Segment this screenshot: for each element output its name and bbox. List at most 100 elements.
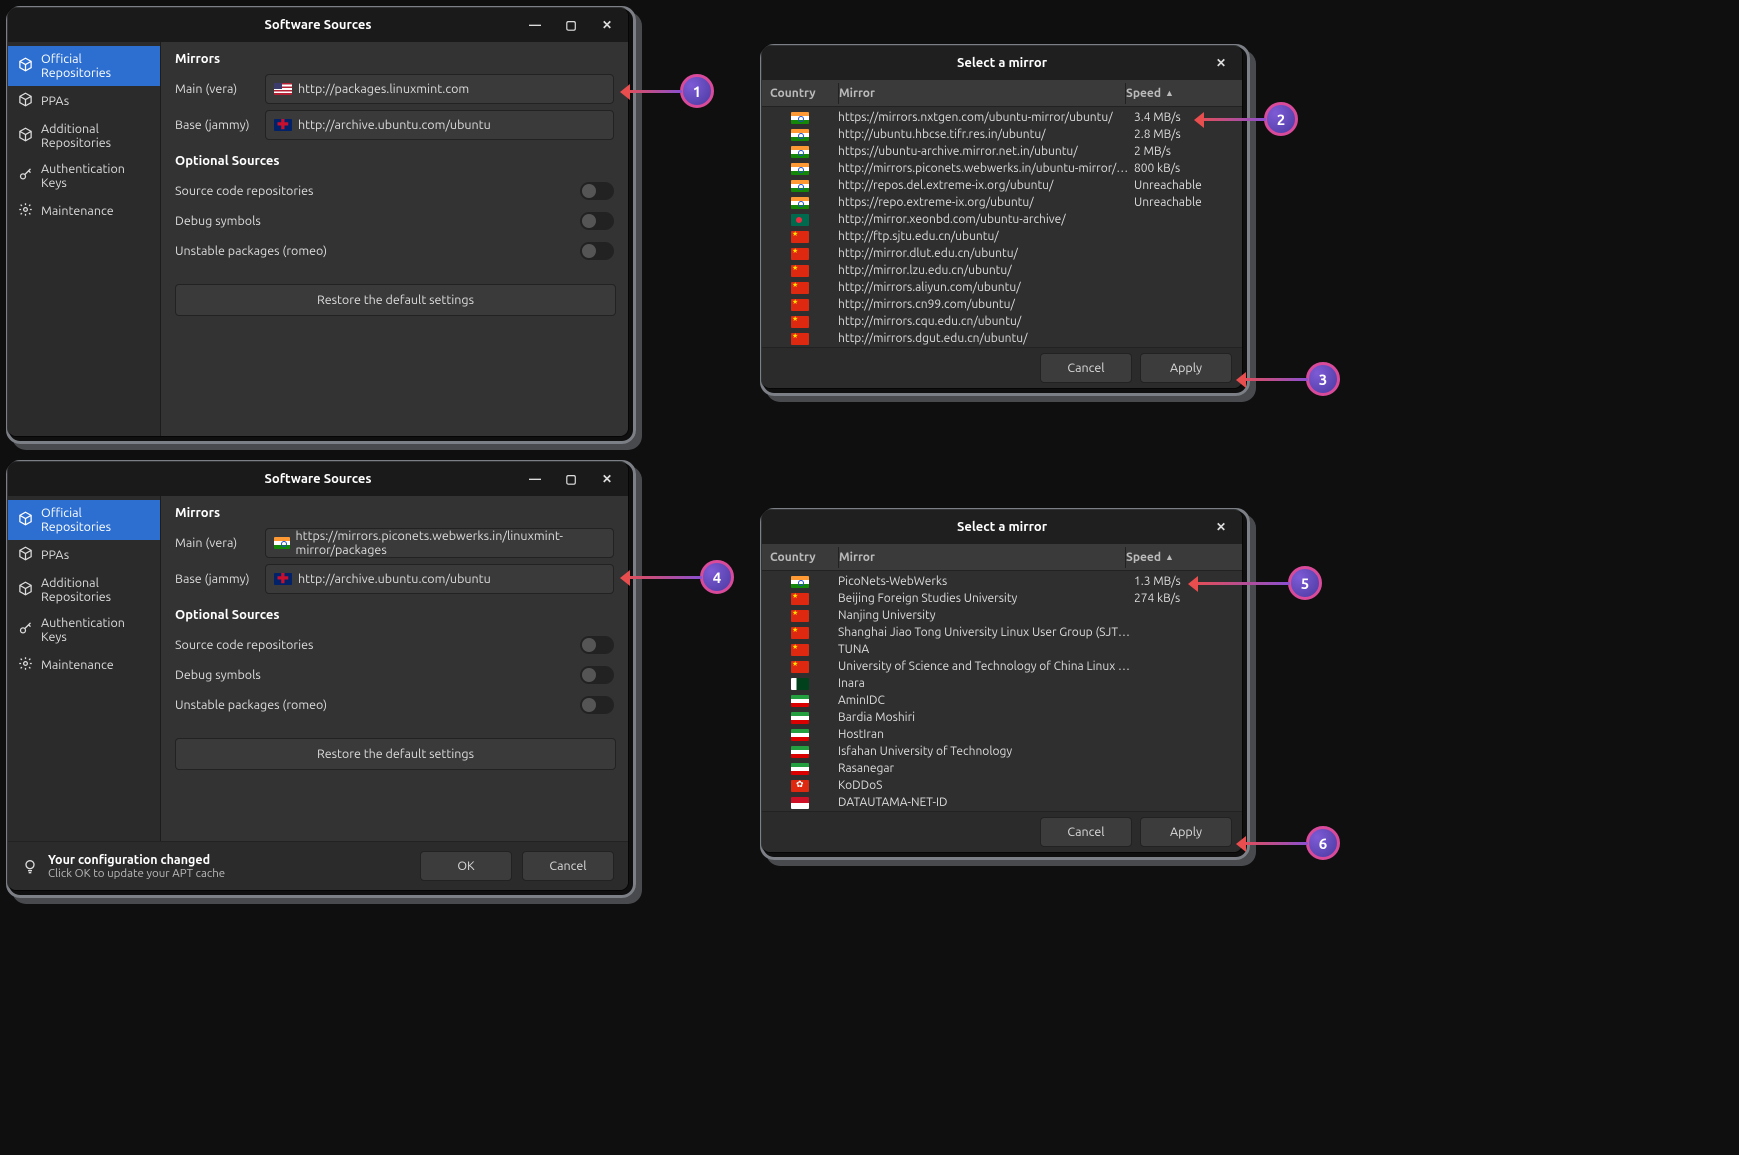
cn-flag-icon (791, 316, 809, 328)
base-repo-label: Base (jammy) (175, 572, 255, 586)
minimize-button[interactable]: — (520, 467, 550, 491)
mirror-row[interactable]: Inara (770, 675, 1234, 692)
mirror-row[interactable]: Rasanegar (770, 760, 1234, 777)
sidebar-item-label: Official Repositories (41, 52, 150, 80)
sidebar-item-official-repositories[interactable]: Official Repositories (8, 500, 160, 540)
mirror-row[interactable]: http://mirrors.piconets.webwerks.in/ubun… (770, 160, 1234, 177)
sidebar-item-authentication-keys[interactable]: Authentication Keys (8, 610, 160, 650)
mirror-row[interactable]: http://mirrors.cqu.edu.cn/ubuntu/ (770, 313, 1234, 330)
mirror-row[interactable]: http://mirror.lzu.edu.cn/ubuntu/ (770, 262, 1234, 279)
mirror-row[interactable]: AminIDC (770, 692, 1234, 709)
header-speed[interactable]: Speed▲ (1126, 83, 1234, 104)
close-button[interactable]: ✕ (1206, 515, 1236, 539)
mirror-row[interactable]: Isfahan University of Technology (770, 743, 1234, 760)
mirror-url: University of Science and Technology of … (830, 660, 1134, 673)
mirror-row[interactable]: http://mirrors.cn99.com/ubuntu/ (770, 296, 1234, 313)
base-mirror-input[interactable]: http://archive.ubuntu.com/ubuntu (265, 564, 614, 594)
sidebar-item-label: Authentication Keys (41, 162, 150, 190)
restore-defaults-button[interactable]: Restore the default settings (175, 284, 616, 316)
mirror-list[interactable]: PicoNets-WebWerks1.3 MB/sBeijing Foreign… (762, 571, 1242, 811)
lightbulb-icon (22, 858, 38, 874)
close-button[interactable]: ✕ (592, 13, 622, 37)
base-mirror-input[interactable]: http://archive.ubuntu.com/ubuntu (265, 110, 614, 140)
main-mirror-input[interactable]: http://packages.linuxmint.com (265, 74, 614, 104)
mirror-row[interactable]: University of Science and Technology of … (770, 658, 1234, 675)
cancel-button[interactable]: Cancel (522, 851, 614, 881)
sidebar-item-official-repositories[interactable]: Official Repositories (8, 46, 160, 86)
ir-flag-icon (791, 712, 809, 724)
sidebar-item-label: Official Repositories (41, 506, 150, 534)
toggle-source-code[interactable] (580, 182, 614, 200)
restore-defaults-button[interactable]: Restore the default settings (175, 738, 616, 770)
minimize-button[interactable]: — (520, 13, 550, 37)
ok-button[interactable]: OK (420, 851, 512, 881)
apply-button[interactable]: Apply (1140, 353, 1232, 383)
sidebar-item-authentication-keys[interactable]: Authentication Keys (8, 156, 160, 196)
mirror-list[interactable]: https://mirrors.nxtgen.com/ubuntu-mirror… (762, 107, 1242, 347)
gear-icon (18, 656, 33, 674)
close-button[interactable]: ✕ (592, 467, 622, 491)
toggle-debug-symbols[interactable] (580, 212, 614, 230)
mirror-row[interactable]: http://mirror.xeonbd.com/ubuntu-archive/ (770, 211, 1234, 228)
cube-icon (18, 546, 33, 564)
mirror-row[interactable]: http://ftp.sjtu.edu.cn/ubuntu/ (770, 228, 1234, 245)
dialog-title: Select a mirror (957, 56, 1047, 70)
option-debug-symbols: Debug symbols (175, 214, 261, 228)
mirror-row[interactable]: http://mirrors.dgut.edu.cn/ubuntu/ (770, 330, 1234, 347)
sidebar-item-maintenance[interactable]: Maintenance (8, 650, 160, 680)
mirror-row[interactable]: http://mirror.dlut.edu.cn/ubuntu/ (770, 245, 1234, 262)
titlebar: Software Sources — ▢ ✕ (8, 462, 628, 496)
header-mirror[interactable]: Mirror (839, 547, 1126, 568)
mirror-row[interactable]: http://mirrors.aliyun.com/ubuntu/ (770, 279, 1234, 296)
mirror-url: http://mirror.xeonbd.com/ubuntu-archive/ (830, 213, 1134, 226)
cube-icon (18, 127, 33, 145)
mirror-row[interactable]: KoDDoS (770, 777, 1234, 794)
toggle-unstable[interactable] (580, 242, 614, 260)
toggle-debug-symbols[interactable] (580, 666, 614, 684)
main-mirror-input[interactable]: https://mirrors.piconets.webwerks.in/lin… (265, 528, 614, 558)
mirror-row[interactable]: https://mirrors.nxtgen.com/ubuntu-mirror… (770, 109, 1234, 126)
mirror-row[interactable]: https://ubuntu-archive.mirror.net.in/ubu… (770, 143, 1234, 160)
cn-flag-icon (791, 644, 809, 656)
cancel-button[interactable]: Cancel (1040, 817, 1132, 847)
sidebar-item-ppas[interactable]: PPAs (8, 86, 160, 116)
header-speed[interactable]: Speed▲ (1126, 547, 1234, 568)
mirror-row[interactable]: DATAUTAMA-NET-ID (770, 794, 1234, 811)
mirror-row[interactable]: Nanjing University (770, 607, 1234, 624)
mirror-row[interactable]: Shanghai Jiao Tong University Linux User… (770, 624, 1234, 641)
base-repo-label: Base (jammy) (175, 118, 255, 132)
sidebar-item-maintenance[interactable]: Maintenance (8, 196, 160, 226)
cube-icon (18, 92, 33, 110)
close-button[interactable]: ✕ (1206, 51, 1236, 75)
table-header: Country Mirror Speed▲ (762, 80, 1242, 107)
header-country[interactable]: Country (770, 547, 839, 568)
maximize-button[interactable]: ▢ (556, 467, 586, 491)
mirror-row[interactable]: TUNA (770, 641, 1234, 658)
sidebar-item-ppas[interactable]: PPAs (8, 540, 160, 570)
mirror-row[interactable]: Beijing Foreign Studies University274 kB… (770, 590, 1234, 607)
mirror-row[interactable]: http://repos.del.extreme-ix.org/ubuntu/U… (770, 177, 1234, 194)
maximize-button[interactable]: ▢ (556, 13, 586, 37)
mirror-row[interactable]: PicoNets-WebWerks1.3 MB/s (770, 573, 1234, 590)
mirror-row[interactable]: http://ubuntu.hbcse.tifr.res.in/ubuntu/2… (770, 126, 1234, 143)
header-country[interactable]: Country (770, 83, 839, 104)
callout-2: 2 (1264, 102, 1298, 136)
header-mirror[interactable]: Mirror (839, 83, 1126, 104)
mirror-row[interactable]: Bardia Moshiri (770, 709, 1234, 726)
mirror-url: Bardia Moshiri (830, 711, 1134, 724)
in-flag-icon (791, 163, 809, 175)
apply-button[interactable]: Apply (1140, 817, 1232, 847)
toggle-unstable[interactable] (580, 696, 614, 714)
mirror-row[interactable]: HostIran (770, 726, 1234, 743)
callout-4: 4 (700, 560, 734, 594)
in-flag-icon (791, 129, 809, 141)
cancel-button[interactable]: Cancel (1040, 353, 1132, 383)
mirror-url: Rasanegar (830, 762, 1134, 775)
toggle-source-code[interactable] (580, 636, 614, 654)
titlebar: Software Sources — ▢ ✕ (8, 8, 628, 42)
main-mirror-url: https://mirrors.piconets.webwerks.in/lin… (296, 529, 605, 557)
sidebar-item-additional-repositories[interactable]: Additional Repositories (8, 116, 160, 156)
mirror-row[interactable]: https://repo.extreme-ix.org/ubuntu/Unrea… (770, 194, 1234, 211)
sidebar-item-additional-repositories[interactable]: Additional Repositories (8, 570, 160, 610)
cn-flag-icon (791, 610, 809, 622)
